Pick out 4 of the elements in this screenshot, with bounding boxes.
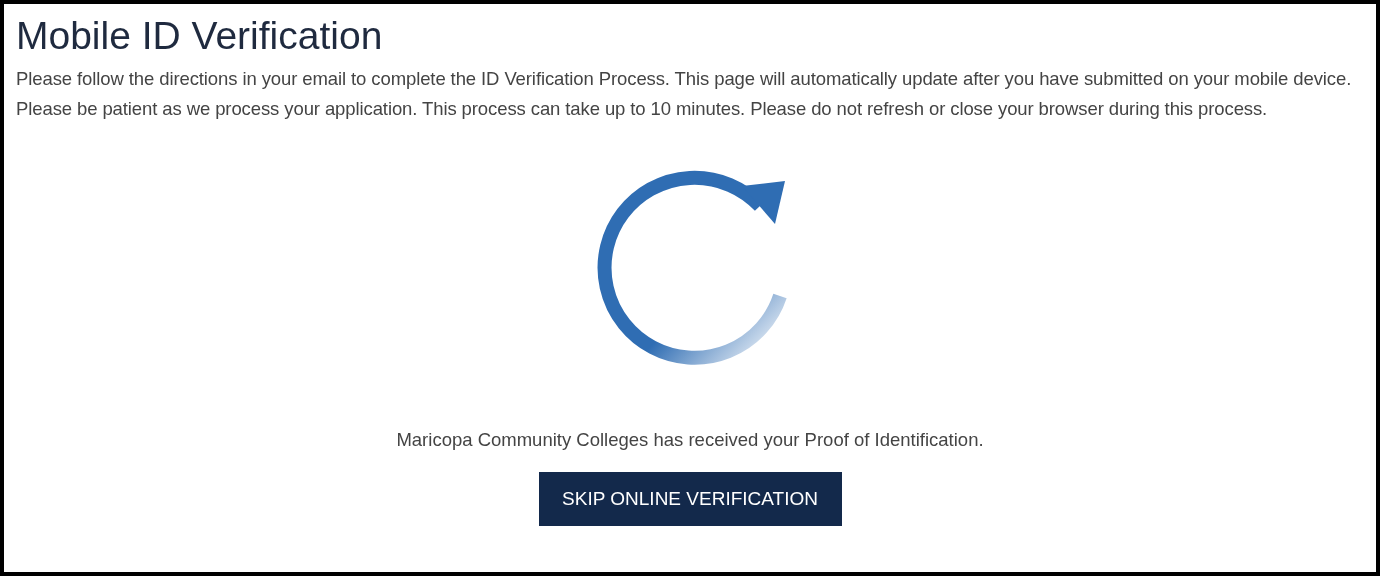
instructions-paragraph: Please follow the directions in your email to complete the ID Verification Process. This page will automatically update after you have submitted on your mobile device. Please be patient as we process your application. This process can take up to 10 minutes. Please do not refresh or close your browser during this process. bbox=[16, 67, 1353, 121]
skip-verification-button[interactable]: SKIP ONLINE VERIFICATION bbox=[538, 471, 842, 526]
status-message: Maricopa Community Colleges has received your Proof of Identification. bbox=[396, 428, 984, 452]
page-title: Mobile ID Verification bbox=[16, 13, 383, 59]
